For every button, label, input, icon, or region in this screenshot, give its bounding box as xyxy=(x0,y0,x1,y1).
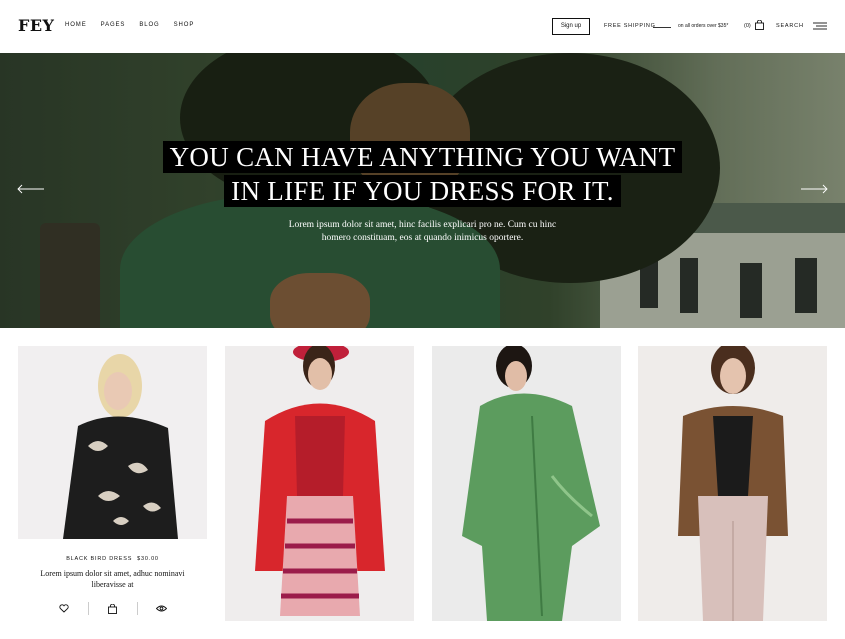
product-image-black-bird-dress xyxy=(63,354,178,539)
product-title[interactable]: BLACK BIRD DRESS $30.00 xyxy=(18,556,207,562)
wishlist-button[interactable] xyxy=(40,604,88,613)
product-image[interactable] xyxy=(638,346,827,621)
hero-title-line2: IN LIFE IF YOU DRESS FOR IT. xyxy=(224,175,621,207)
product-actions xyxy=(18,602,207,615)
divider xyxy=(653,27,671,28)
shopping-bag-icon[interactable] xyxy=(755,20,764,30)
search-link[interactable]: SEARCH xyxy=(776,23,804,29)
main-nav: HOME PAGES BLOG SHOP xyxy=(65,22,208,28)
shipping-note: on all orders over $35* xyxy=(678,23,729,29)
shopping-bag-icon xyxy=(108,603,117,614)
hero-title-line1: YOU CAN HAVE ANYTHING YOU WANT xyxy=(162,141,683,173)
hero-subtitle: Lorem ipsum dolor sit amet, hinc facilis… xyxy=(280,219,565,245)
product-image[interactable] xyxy=(18,346,207,539)
quick-view-button[interactable] xyxy=(138,605,186,612)
nav-item-shop[interactable]: SHOP xyxy=(174,22,195,28)
hero-subtitle-line2: homero constituam, eos at quando inimicu… xyxy=(321,233,524,243)
free-shipping-label: FREE SHIPPING xyxy=(604,23,656,29)
product-description: Lorem ipsum dolor sit amet, adhuc nomina… xyxy=(18,568,207,590)
product-card xyxy=(638,346,827,621)
hero-subtitle-line1: Lorem ipsum dolor sit amet, hinc facilis… xyxy=(288,220,557,230)
product-image-red-coat xyxy=(255,346,385,616)
product-card xyxy=(225,346,414,621)
product-image[interactable] xyxy=(225,346,414,621)
hamburger-menu-icon[interactable] xyxy=(813,22,827,30)
hero-slider: YOU CAN HAVE ANYTHING YOU WANT IN LIFE I… xyxy=(0,53,845,328)
eye-icon xyxy=(156,605,167,612)
product-card: BLACK BIRD DRESS $30.00 Lorem ipsum dolor… xyxy=(18,346,207,615)
add-to-cart-button[interactable] xyxy=(89,603,137,614)
nav-item-home[interactable]: HOME xyxy=(65,22,87,28)
arrow-left-icon[interactable] xyxy=(17,184,45,194)
product-image-green-jacket xyxy=(462,346,600,621)
product-description-line2: liberavisse at xyxy=(91,580,134,589)
logo[interactable]: FEY xyxy=(18,16,54,35)
product-name[interactable]: BLACK BIRD DRESS xyxy=(66,556,132,562)
heart-icon xyxy=(58,604,69,613)
nav-item-blog[interactable]: BLOG xyxy=(139,22,159,28)
product-price: $30.00 xyxy=(137,556,159,562)
signup-button[interactable]: Sign up xyxy=(552,18,590,35)
product-image[interactable] xyxy=(432,346,621,621)
hero-title: YOU CAN HAVE ANYTHING YOU WANT IN LIFE I… xyxy=(0,141,845,207)
product-image-bronze-jacket xyxy=(678,346,788,621)
arrow-right-icon[interactable] xyxy=(800,184,828,194)
product-card xyxy=(432,346,621,621)
site-header: FEY HOME PAGES BLOG SHOP Sign up FREE SH… xyxy=(0,0,845,53)
product-description-line1: Lorem ipsum dolor sit amet, adhuc nomina… xyxy=(40,569,185,578)
nav-item-pages[interactable]: PAGES xyxy=(101,22,126,28)
cart-count[interactable]: (0) xyxy=(744,23,751,29)
